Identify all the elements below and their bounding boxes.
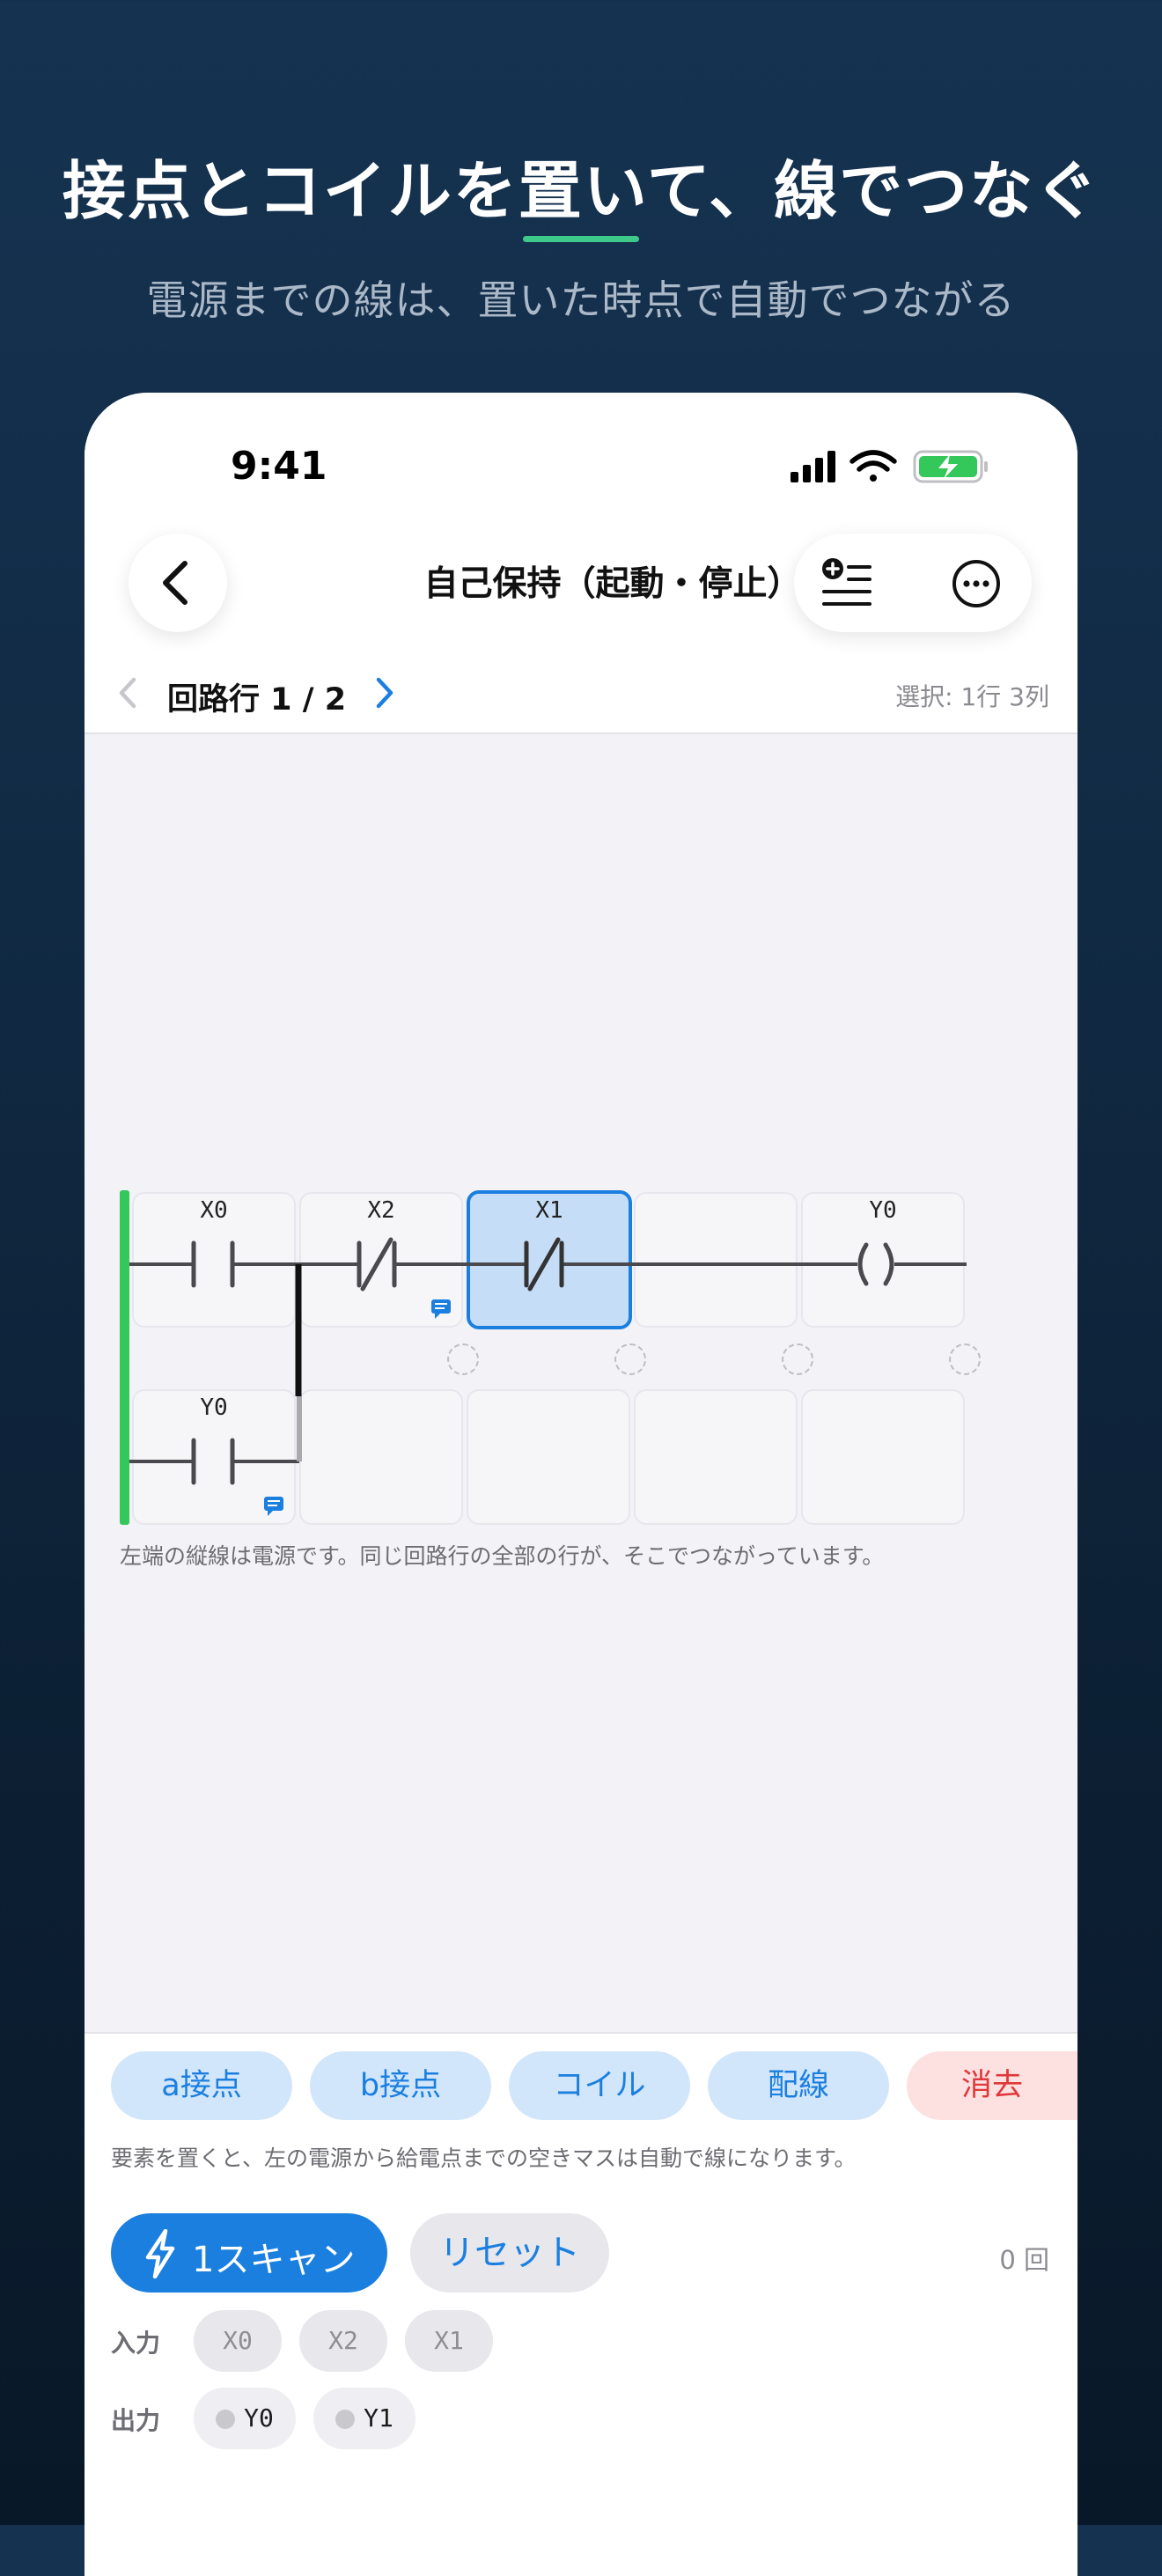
scan-label: 1スキャン [192,2240,356,2280]
tool-coil-button[interactable]: コイル [509,2051,690,2120]
ladder-wiring [129,1237,967,1516]
output-label: 出力 [111,2406,161,2435]
scan-count: 0 回 [999,2245,1049,2275]
promo-underline [523,236,639,242]
element-palette: a接点 b接点 コイル 配線 消去 要素を置くと、左の電源から給電点までの空きマ… [85,2032,1077,2189]
comment-icon [431,1299,451,1319]
single-scan-button[interactable]: 1スキャン [111,2213,387,2293]
input-chip-x1[interactable]: X1 [405,2310,493,2372]
simulation-panel: 1スキャン リセット 0 回 入力 X0 X2 X1 出力 Y0 Y1 [85,2185,1077,2576]
b-contact-symbol [357,1237,397,1292]
tool-erase-button[interactable]: 消去 [907,2051,1077,2120]
output-name: Y1 [364,2403,393,2432]
input-chip-x0[interactable]: X0 [194,2310,282,2372]
tool-b-contact-button[interactable]: b接点 [310,2051,491,2120]
promo-subtitle: 電源までの線は、置いた時点で自動でつながる [146,276,1016,324]
palette-note: 要素を置くと、左の電源から給電点までの空きマスは自動で線になります。 [111,2145,857,2171]
branch-slot[interactable] [949,1343,981,1375]
branch-slot[interactable] [614,1343,646,1375]
comment-icon [264,1497,283,1516]
output-indicator [335,2410,356,2429]
tool-wire-button[interactable]: 配線 [708,2051,889,2120]
output-indicator [216,2410,236,2429]
coil-symbol [857,1242,894,1286]
phone-screen: 9:41 自己保持（起動・停止） 回路行 1 / 2 選択: 1行 3列 X0 … [85,393,1077,2576]
output-chip-y1: Y1 [313,2388,416,2449]
b-contact-symbol [524,1237,564,1292]
input-label: 入力 [111,2329,161,2358]
reset-button[interactable]: リセット [410,2213,609,2293]
tool-a-contact-button[interactable]: a接点 [111,2051,292,2120]
power-rail-note: 左端の縦線は電源です。同じ回路行の全部の行が、そこでつながっています。 [120,1543,885,1569]
a-contact-symbol [191,1438,235,1485]
promo-title: 接点とコイルを置いて、線でつなぐ [62,154,1100,228]
branch-slot[interactable] [447,1343,479,1375]
bolt-icon [145,2229,175,2278]
branch-slot[interactable] [782,1343,813,1375]
a-contact-symbol [191,1240,235,1288]
output-name: Y0 [244,2403,274,2432]
output-chip-y0: Y0 [194,2388,296,2449]
input-chip-x2[interactable]: X2 [299,2310,387,2372]
